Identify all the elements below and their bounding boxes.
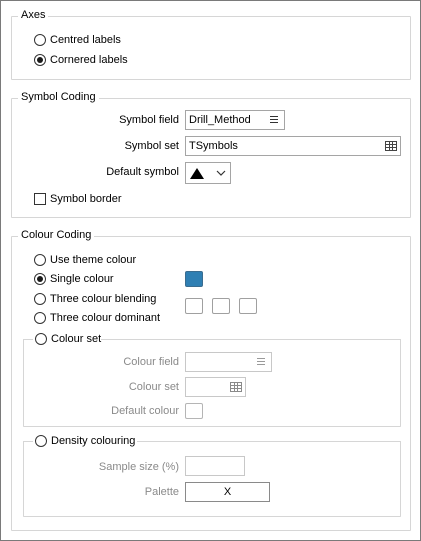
centred-labels-label[interactable]: Centred labels bbox=[50, 34, 121, 47]
sample-size-input[interactable] bbox=[185, 456, 245, 476]
colour-set-browse-icon[interactable] bbox=[230, 382, 242, 392]
symbol-set-input[interactable]: TSymbols bbox=[185, 136, 401, 156]
palette-value: X bbox=[223, 486, 232, 498]
colour-set-radio[interactable] bbox=[35, 333, 47, 345]
symbol-set-value: TSymbols bbox=[189, 140, 238, 152]
single-colour-radio[interactable] bbox=[34, 273, 46, 285]
options-panel: Axes Centred labels Cornered labels Symb… bbox=[0, 0, 421, 541]
three-colour-swatch-3[interactable] bbox=[239, 298, 257, 314]
three-colour-swatch-2[interactable] bbox=[212, 298, 230, 314]
symbol-set-browse-icon[interactable] bbox=[385, 141, 397, 151]
symbol-field-menu-icon[interactable] bbox=[270, 116, 278, 123]
single-colour-label[interactable]: Single colour bbox=[50, 273, 114, 286]
default-colour-label: Default colour bbox=[111, 405, 179, 417]
density-colouring-title[interactable]: Density colouring bbox=[51, 435, 135, 448]
symbol-border-checkbox[interactable] bbox=[34, 193, 46, 205]
axes-group bbox=[11, 16, 411, 80]
use-theme-colour-label[interactable]: Use theme colour bbox=[50, 254, 136, 267]
default-colour-swatch[interactable] bbox=[185, 403, 203, 419]
colour-field-label: Colour field bbox=[123, 356, 179, 368]
three-colour-swatch-1[interactable] bbox=[185, 298, 203, 314]
colour-field-menu-icon[interactable] bbox=[257, 358, 265, 365]
three-colour-blending-radio[interactable] bbox=[34, 293, 46, 305]
cornered-labels-radio[interactable] bbox=[34, 54, 46, 66]
palette-button[interactable]: X bbox=[185, 482, 270, 502]
triangle-symbol-icon bbox=[190, 168, 226, 179]
cornered-labels-label[interactable]: Cornered labels bbox=[50, 54, 128, 67]
density-colouring-group bbox=[23, 441, 401, 517]
density-divider-left bbox=[23, 441, 33, 442]
centred-labels-radio[interactable] bbox=[34, 34, 46, 46]
symbol-border-label[interactable]: Symbol border bbox=[50, 193, 122, 206]
palette-label: Palette bbox=[144, 486, 179, 498]
default-symbol-picker[interactable] bbox=[185, 162, 231, 184]
symbol-coding-group-title: Symbol Coding bbox=[18, 91, 99, 104]
symbol-field-label: Symbol field bbox=[119, 114, 179, 126]
axes-group-title: Axes bbox=[18, 9, 49, 22]
three-colour-dominant-radio[interactable] bbox=[34, 312, 46, 324]
colour-set-divider-left bbox=[23, 339, 33, 340]
colour-set-title[interactable]: Colour set bbox=[51, 333, 101, 346]
symbol-field-value: Drill_Method bbox=[189, 114, 251, 126]
colour-set-label: Colour set bbox=[128, 381, 179, 393]
chevron-down-icon bbox=[216, 170, 226, 176]
three-colour-dominant-label[interactable]: Three colour dominant bbox=[50, 312, 160, 325]
density-colouring-radio[interactable] bbox=[35, 435, 47, 447]
colour-coding-group-title: Colour Coding bbox=[18, 229, 95, 242]
use-theme-colour-radio[interactable] bbox=[34, 254, 46, 266]
default-symbol-label: Default symbol bbox=[106, 166, 179, 178]
three-colour-blending-label[interactable]: Three colour blending bbox=[50, 293, 156, 306]
symbol-set-label: Symbol set bbox=[124, 140, 179, 152]
single-colour-swatch[interactable] bbox=[185, 271, 203, 287]
sample-size-label: Sample size (%) bbox=[98, 461, 179, 473]
